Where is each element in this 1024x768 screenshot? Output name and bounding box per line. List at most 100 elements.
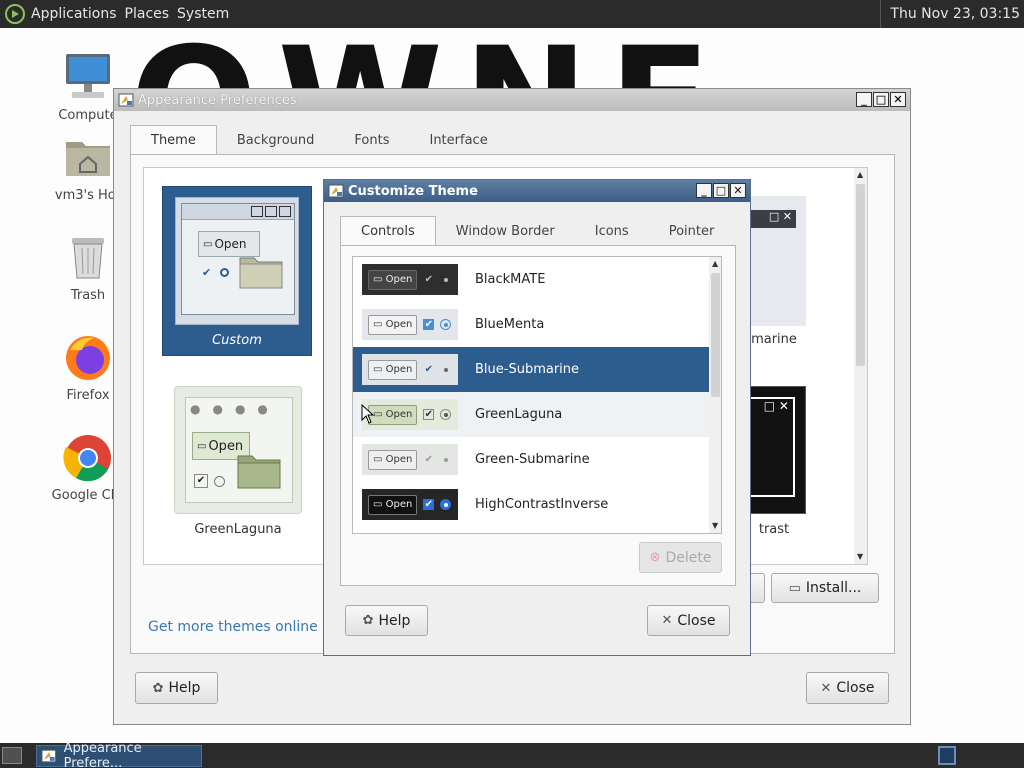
tab-bar: Theme Background Fonts Interface <box>130 125 508 155</box>
preview-radio-icon <box>214 476 225 487</box>
preview-radio-icon <box>440 454 451 465</box>
taskbar-item-appearance[interactable]: Appearance Prefere... <box>36 741 202 768</box>
preview-open-button: ▭ Open <box>368 404 418 425</box>
close-button[interactable]: ✕ Close <box>647 605 730 636</box>
close-window-button[interactable]: ✕ <box>730 183 746 198</box>
theme-name: BlackMATE <box>475 272 546 287</box>
close-window-button[interactable]: ✕ <box>890 92 906 107</box>
help-icon: ✿ <box>362 613 374 628</box>
maximize-button[interactable]: □ <box>873 92 889 107</box>
theme-preview: ▭ Open ✔ <box>362 264 458 295</box>
close-icon: ✕ <box>893 93 903 106</box>
preview-folder-icon: ▭ <box>373 454 386 465</box>
theme-thumb-greenlaguna[interactable]: ●●●● ▭ Open ✔ GreenLaguna <box>174 386 302 556</box>
maximize-button[interactable]: □ <box>713 183 729 198</box>
preview-radio-icon <box>440 274 451 285</box>
tab-icons[interactable]: Icons <box>575 216 649 246</box>
preview-minimize-icon <box>251 206 263 217</box>
preview-folder-graphic-icon <box>237 455 281 489</box>
tab-fonts[interactable]: Fonts <box>334 125 409 155</box>
preview-folder-icon: ▭ <box>373 364 386 375</box>
install-label: Install... <box>805 580 862 596</box>
theme-thumb-custom[interactable]: ▭ Open ✔ Custom <box>162 186 312 356</box>
help-button[interactable]: ✿ Help <box>135 672 218 704</box>
list-item-bluementa[interactable]: ▭ Open ✔ BlueMenta <box>353 302 709 347</box>
menu-applications[interactable]: Applications <box>31 6 117 22</box>
preview-open-label: Open <box>385 274 413 285</box>
preview-check-icon: ✔ <box>194 474 208 488</box>
theme-name: Custom <box>212 333 262 348</box>
list-item-highcontrastinverse[interactable]: ▭ Open ✔ HighContrastInverse <box>353 482 709 527</box>
minimize-button[interactable]: _ <box>856 92 872 107</box>
delete-button[interactable]: ⊗ Delete <box>639 542 722 573</box>
close-label: Close <box>836 680 875 696</box>
tab-theme[interactable]: Theme <box>130 125 217 155</box>
scroll-down-icon[interactable]: ▼ <box>857 552 863 561</box>
trash-icon <box>72 238 104 279</box>
theme-name: GreenLaguna <box>475 407 563 422</box>
titlebar[interactable]: Customize Theme _ □ ✕ <box>324 180 750 202</box>
install-button[interactable]: ▭ Install... <box>771 573 879 603</box>
scroll-down-icon[interactable]: ▼ <box>712 521 718 530</box>
preview-window: ●●●● ▭ Open ✔ <box>185 397 293 503</box>
mate-logo-icon[interactable] <box>4 3 26 25</box>
list-item-greenlaguna[interactable]: ▭ Open ✔ GreenLaguna <box>353 392 709 437</box>
preview-check-icon: ✔ <box>424 454 434 465</box>
preview-open-button: ▭ Open <box>368 269 418 290</box>
preview-check-icon: ✔ <box>424 364 434 375</box>
preview-radio-icon <box>440 364 451 375</box>
theme-preview: ▭ Open ✔ <box>362 489 458 520</box>
scroll-thumb[interactable] <box>856 184 865 366</box>
tab-controls[interactable]: Controls <box>340 216 436 246</box>
close-icon: ✕ <box>733 184 743 197</box>
preview-open-label: Open <box>214 237 247 251</box>
titlebar[interactable]: Appearance Preferences _ □ ✕ <box>114 89 910 111</box>
preview-radio-icon <box>440 409 452 420</box>
list-item-blue-submarine[interactable]: ▭ Open ✔ Blue-Submarine <box>353 347 709 392</box>
theme-preview: ▭ Open ✔ <box>362 399 458 430</box>
close-button[interactable]: ✕ Close <box>806 672 889 704</box>
tab-interface[interactable]: Interface <box>409 125 507 155</box>
clock[interactable]: Thu Nov 23, 03:15 <box>880 0 1024 28</box>
minimize-button[interactable]: _ <box>696 183 712 198</box>
theme-name: Green-Submarine <box>475 452 590 467</box>
theme-preview: ▭ Open ✔ <box>362 309 458 340</box>
preview-open-button: ▭ Open <box>368 494 418 515</box>
close-icon: ✕ <box>820 680 832 696</box>
workspace-switcher[interactable] <box>938 746 956 765</box>
preview-folder-icon: ▭ <box>373 499 386 510</box>
window-title: Appearance Preferences <box>138 92 297 108</box>
preview-close-icon <box>279 206 291 217</box>
help-button[interactable]: ✿ Help <box>345 605 428 636</box>
theme-name: BlueMenta <box>475 317 545 332</box>
list-item-green-submarine[interactable]: ▭ Open ✔ Green-Submarine <box>353 437 709 482</box>
scroll-up-icon[interactable]: ▲ <box>712 259 718 268</box>
help-icon: ✿ <box>152 680 164 696</box>
theme-grid-scrollbar[interactable]: ▲ ▼ <box>854 168 867 564</box>
controls-theme-list: ▭ Open ✔ BlackMATE ▭ Open ✔ BlueMenta ▭ … <box>352 256 722 534</box>
preview-check-icon: ✔ <box>423 499 435 510</box>
delete-icon: ⊗ <box>649 550 661 565</box>
preview-open-label: Open <box>385 319 413 330</box>
theme-preview: ●●●● ▭ Open ✔ <box>174 386 302 514</box>
maximize-icon: □ <box>875 93 887 106</box>
chrome-icon <box>63 435 111 482</box>
tab-background[interactable]: Background <box>217 125 335 155</box>
tab-pointer[interactable]: Pointer <box>649 216 735 246</box>
appearance-app-icon <box>41 749 57 763</box>
show-desktop-icon[interactable] <box>2 747 22 764</box>
preview-radio-icon <box>440 499 452 510</box>
minimize-icon: _ <box>701 184 707 197</box>
list-item-blackmate[interactable]: ▭ Open ✔ BlackMATE <box>353 257 709 302</box>
help-label: Help <box>378 612 411 629</box>
home-folder-icon <box>66 142 110 176</box>
scroll-up-icon[interactable]: ▲ <box>857 170 863 179</box>
preview-check-icon: ✔ <box>423 319 435 330</box>
scroll-thumb[interactable] <box>711 273 720 397</box>
more-themes-link[interactable]: Get more themes online <box>148 619 318 635</box>
theme-list-scrollbar[interactable]: ▲ ▼ <box>709 257 721 533</box>
window-title: Customize Theme <box>348 183 478 199</box>
mouse-pointer-icon <box>361 404 375 424</box>
tab-window-border[interactable]: Window Border <box>436 216 575 246</box>
preview-window-buttons-icon: ●●●● <box>190 402 280 416</box>
